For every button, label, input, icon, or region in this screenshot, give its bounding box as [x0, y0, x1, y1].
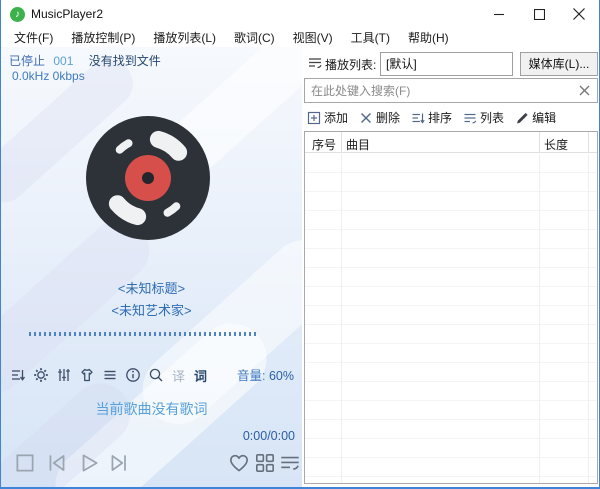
- time-display: 0:00/0:00: [242, 429, 295, 443]
- close-icon: [573, 8, 585, 20]
- minimize-icon: [493, 13, 504, 15]
- sort-button[interactable]: 排序: [411, 109, 452, 126]
- delete-label: 删除: [376, 111, 401, 125]
- no-lyric-message: 当前歌曲没有歌词: [95, 401, 208, 417]
- skin-button[interactable]: [79, 367, 95, 383]
- menu-bar: 文件(F) 播放控制(P) 播放列表(L) 歌词(C) 视图(V) 工具(T) …: [1, 28, 599, 47]
- volume-display[interactable]: 音量: 60%: [237, 365, 294, 384]
- tshirt-icon: [81, 368, 93, 382]
- maximize-icon: [533, 8, 545, 20]
- table-header: 序号 曲目 长度: [305, 132, 597, 153]
- delete-icon: [361, 112, 372, 123]
- favorite-button[interactable]: [227, 451, 251, 475]
- player-panel: 已停止 001 没有找到文件 0.0kHz 0kbps <未知标题> <未知艺术…: [1, 47, 302, 487]
- playback-state: 已停止: [9, 54, 46, 68]
- volume-value: 60%: [268, 369, 294, 383]
- delete-button[interactable]: 删除: [359, 109, 400, 126]
- sort-label: 排序: [428, 111, 453, 125]
- playlist-toggle-button[interactable]: [278, 451, 302, 475]
- track-artist: <未知艺术家>: [111, 303, 192, 318]
- menu-help[interactable]: 帮助(H): [399, 27, 458, 48]
- playlist-panel: 播放列表: [默认] 媒体库(L)... 添加 删除 排序: [302, 47, 599, 487]
- equalizer-icon: [58, 369, 70, 381]
- menu-playlist[interactable]: 播放列表(L): [144, 27, 225, 48]
- stream-info: 0.0kHz 0kbps: [12, 69, 85, 83]
- column-gridline: [588, 154, 589, 483]
- menu-icon: [104, 370, 116, 380]
- column-header-number[interactable]: 序号: [312, 136, 336, 153]
- playlist-select[interactable]: [默认]: [380, 52, 513, 76]
- lyric-translate-button[interactable]: 译: [171, 366, 186, 385]
- status-message: 没有找到文件: [88, 54, 161, 68]
- volume-label: 音量:: [237, 369, 266, 383]
- table-body-empty[interactable]: [305, 154, 597, 483]
- app-window: ♪ MusicPlayer2 文件(F) 播放控制(P) 播放列表(L) 歌词(…: [0, 0, 600, 489]
- edit-pencil-icon: [517, 112, 528, 123]
- search-button[interactable]: [148, 367, 164, 383]
- column-separator[interactable]: [539, 132, 540, 153]
- add-icon: [307, 111, 321, 124]
- list-button[interactable]: 列表: [463, 109, 504, 126]
- album-cover-vinyl: [86, 116, 210, 240]
- desktop-lyric-button[interactable]: 词: [193, 366, 208, 385]
- playlist-icon: [309, 58, 322, 69]
- track-title: <未知标题>: [117, 281, 186, 296]
- info-icon: [126, 368, 140, 382]
- close-button[interactable]: [559, 0, 599, 28]
- search-icon: [149, 368, 163, 382]
- add-label: 添加: [324, 111, 349, 125]
- add-button[interactable]: 添加: [307, 109, 348, 126]
- column-gridline: [341, 154, 342, 483]
- media-library-button[interactable]: [253, 451, 277, 475]
- column-separator[interactable]: [341, 132, 342, 153]
- menu-tools[interactable]: 工具(T): [342, 27, 399, 48]
- edit-button[interactable]: 编辑: [515, 109, 556, 126]
- minimize-button[interactable]: [479, 0, 519, 28]
- app-logo-icon: ♪: [10, 7, 25, 22]
- play-order-button[interactable]: [10, 367, 26, 383]
- track-index: 001: [53, 54, 74, 68]
- column-header-track[interactable]: 曲目: [346, 136, 370, 153]
- search-input[interactable]: [305, 79, 575, 102]
- clear-icon: [579, 85, 590, 96]
- edit-label: 编辑: [532, 111, 557, 125]
- equalizer-button[interactable]: [56, 367, 72, 383]
- search-box: [304, 78, 598, 103]
- menu-playback-control[interactable]: 播放控制(P): [62, 27, 144, 48]
- playlist-toolbar: 添加 删除 排序 列表 编辑: [302, 106, 599, 129]
- list-icon: [464, 113, 477, 123]
- sort-icon: [412, 113, 425, 124]
- info-button[interactable]: [125, 367, 141, 383]
- play-button[interactable]: [77, 451, 101, 475]
- previous-button[interactable]: [45, 451, 69, 475]
- playlist-header-row: 播放列表: [默认] 媒体库(L)...: [302, 49, 599, 77]
- column-header-length[interactable]: 长度: [544, 136, 568, 153]
- title-bar[interactable]: ♪ MusicPlayer2: [1, 0, 599, 28]
- media-library-dialog-button[interactable]: 媒体库(L)...: [520, 52, 598, 76]
- column-separator[interactable]: [588, 132, 589, 153]
- progress-bar[interactable]: [29, 332, 259, 336]
- main-menu-button[interactable]: [102, 367, 118, 383]
- transport-controls: [1, 446, 302, 486]
- playlist-label: 播放列表:: [325, 58, 377, 72]
- window-title: MusicPlayer2: [31, 7, 104, 21]
- status-line: 已停止 001 没有找到文件: [9, 52, 161, 69]
- maximize-button[interactable]: [519, 0, 559, 28]
- play-order-icon: [12, 370, 26, 381]
- next-button[interactable]: [107, 451, 131, 475]
- list-label: 列表: [480, 111, 505, 125]
- track-table[interactable]: 序号 曲目 长度: [304, 131, 598, 484]
- gear-icon: [34, 368, 48, 382]
- menu-view[interactable]: 视图(V): [284, 27, 342, 48]
- stop-button[interactable]: [13, 451, 37, 475]
- menu-lyrics[interactable]: 歌词(C): [225, 27, 284, 48]
- column-gridline: [539, 154, 540, 483]
- menu-file[interactable]: 文件(F): [5, 27, 62, 48]
- search-clear-button[interactable]: [576, 82, 593, 99]
- settings-button[interactable]: [33, 367, 49, 383]
